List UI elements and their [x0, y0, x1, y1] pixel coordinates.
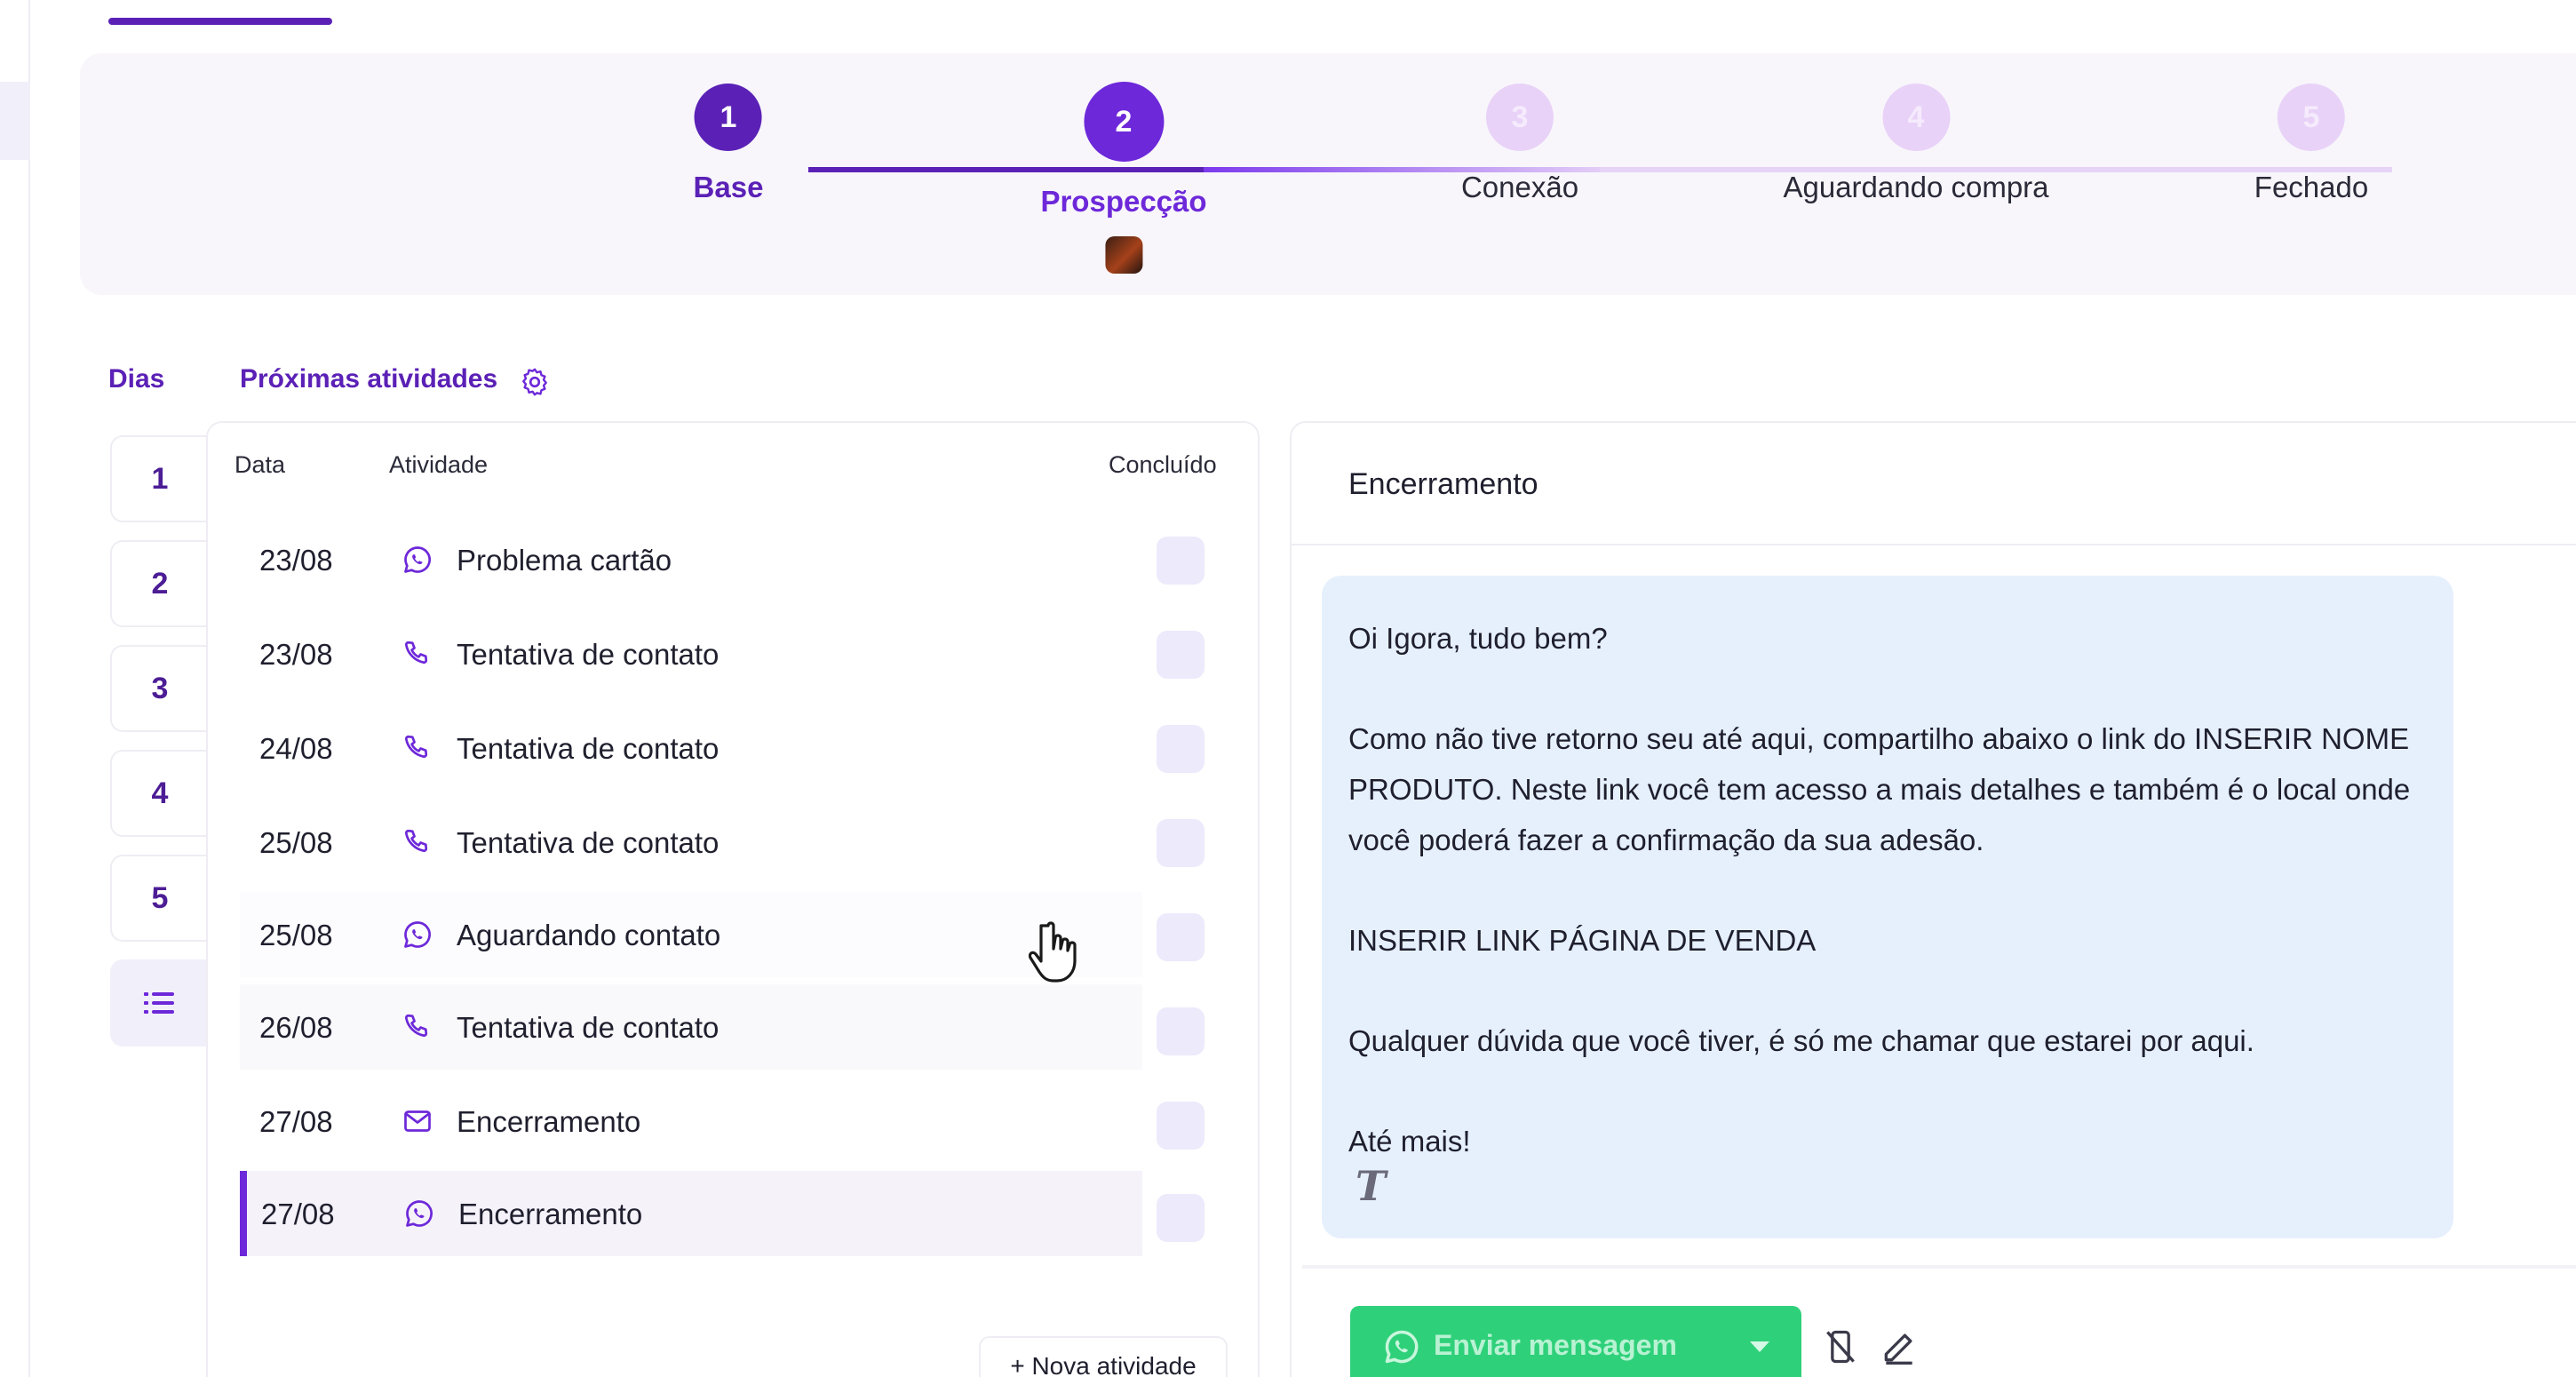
whatsapp-icon [404, 546, 431, 573]
step-aguardando-compra[interactable]: 4 Aguardando compra [1783, 84, 2049, 204]
new-activity-button[interactable]: + Nova atividade [979, 1336, 1228, 1377]
message-line: Qualquer dúvida que você tiver, é só me … [1348, 1024, 2254, 1057]
phone-icon [404, 641, 428, 665]
chevron-down-icon[interactable] [1750, 1341, 1769, 1352]
gear-icon[interactable] [519, 366, 551, 398]
step-number: 1 [694, 84, 762, 151]
done-checkbox[interactable] [1157, 631, 1205, 679]
table-row[interactable]: 25/08 Tentativa de contato [240, 800, 1142, 885]
done-checkbox[interactable] [1157, 1007, 1205, 1055]
day-button-1[interactable]: 1 [110, 435, 208, 522]
row-date: 25/08 [259, 919, 333, 951]
step-fechado[interactable]: 5 Fechado [2254, 84, 2368, 204]
table-row-selected[interactable]: 27/08 Encerramento [240, 1171, 1142, 1256]
row-activity: Encerramento [457, 1105, 641, 1138]
day-button-2[interactable]: 2 [110, 540, 208, 627]
row-date: 24/08 [259, 732, 333, 765]
table-row[interactable]: 26/08 Tentativa de contato [240, 984, 1142, 1070]
column-header-activity: Atividade [389, 451, 489, 478]
table-row[interactable]: 25/08 Aguardando contato [240, 892, 1142, 977]
phone-icon [404, 1014, 428, 1038]
whatsapp-icon [406, 1200, 433, 1227]
message-line: INSERIR LINK PÁGINA DE VENDA [1348, 924, 1817, 957]
step-label: Conexão [1460, 171, 1579, 203]
done-checkbox[interactable] [1157, 537, 1205, 585]
message-line: Como não tive retorno seu até aqui, comp… [1348, 722, 2411, 856]
table-row[interactable]: 23/08 Problema cartão [240, 517, 1142, 602]
message-bubble[interactable]: Oi Igora, tudo bem? Como não tive retorn… [1322, 576, 2453, 1238]
done-checkbox[interactable] [1157, 1102, 1205, 1150]
mail-icon [404, 1110, 431, 1132]
page: 1 Base 2 Prospecção 3 Conexão 4 Aguardan… [0, 0, 2576, 1377]
row-activity: Aguardando contato [457, 919, 721, 951]
done-checkbox[interactable] [1157, 1194, 1205, 1242]
tab-proximas-atividades[interactable]: Próximas atividades [240, 364, 497, 394]
active-tab-indicator [108, 18, 332, 25]
step-number: 4 [1882, 84, 1950, 151]
pipeline-stepper: 1 Base 2 Prospecção 3 Conexão 4 Aguardan… [80, 53, 2576, 295]
message-line: Oi Igora, tudo bem? [1348, 622, 1608, 655]
avatar[interactable] [1105, 236, 1142, 274]
row-date: 23/08 [259, 544, 333, 577]
row-date: 26/08 [259, 1011, 333, 1044]
row-activity: Problema cartão [457, 544, 672, 577]
step-number: 3 [1485, 84, 1554, 151]
row-activity: Tentativa de contato [457, 826, 720, 859]
row-date: 25/08 [259, 826, 333, 859]
table-row[interactable]: 23/08 Tentativa de contato [240, 611, 1142, 696]
row-activity: Tentativa de contato [457, 732, 720, 765]
done-checkbox[interactable] [1157, 913, 1205, 961]
divider [1302, 1265, 2576, 1269]
list-icon [144, 992, 174, 1014]
column-header-done: Concluído [1109, 451, 1217, 478]
send-message-label: Enviar mensagem [1434, 1329, 1677, 1361]
edit-pencil-icon[interactable] [1880, 1327, 1919, 1366]
tab-dias[interactable]: Dias [108, 364, 164, 394]
row-activity: Tentativa de contato [457, 638, 720, 671]
step-number: 2 [1084, 82, 1164, 162]
step-prospeccao[interactable]: 2 Prospecção [1040, 82, 1207, 274]
row-activity: Encerramento [458, 1198, 643, 1230]
day-button-4[interactable]: 4 [110, 750, 208, 837]
no-mobile-icon[interactable] [1821, 1327, 1860, 1366]
message-title: Encerramento [1348, 467, 1538, 501]
done-checkbox[interactable] [1157, 819, 1205, 867]
left-edge-panel [0, 0, 30, 1377]
row-activity: Tentativa de contato [457, 1011, 720, 1044]
step-label: Aguardando compra [1783, 171, 2049, 203]
step-label: Base [693, 171, 764, 203]
step-base[interactable]: 1 Base [693, 84, 764, 204]
text-format-icon[interactable]: T [1356, 1162, 1386, 1210]
whatsapp-icon [404, 921, 431, 948]
left-edge-active-item[interactable] [0, 82, 30, 160]
step-number: 5 [2278, 84, 2345, 151]
table-row[interactable]: 24/08 Tentativa de contato [240, 705, 1142, 791]
step-label: Fechado [2254, 171, 2369, 203]
column-header-date: Data [235, 451, 286, 478]
day-button-3[interactable]: 3 [110, 645, 208, 732]
row-date: 27/08 [259, 1105, 333, 1138]
divider [1292, 544, 2576, 545]
whatsapp-icon [1385, 1330, 1419, 1364]
message-line: Até mais! [1348, 1125, 1471, 1158]
table-row[interactable]: 27/08 Encerramento [240, 1079, 1142, 1164]
row-date: 23/08 [259, 638, 333, 671]
phone-icon [404, 829, 428, 853]
done-checkbox[interactable] [1157, 725, 1205, 773]
day-button-5[interactable]: 5 [110, 855, 208, 942]
step-conexao[interactable]: 3 Conexão [1461, 84, 1578, 204]
step-label: Prospecção [1040, 185, 1207, 218]
row-date: 27/08 [261, 1198, 335, 1230]
phone-icon [404, 735, 428, 759]
hand-cursor-icon [1029, 921, 1077, 983]
list-view-button[interactable] [110, 959, 208, 1047]
